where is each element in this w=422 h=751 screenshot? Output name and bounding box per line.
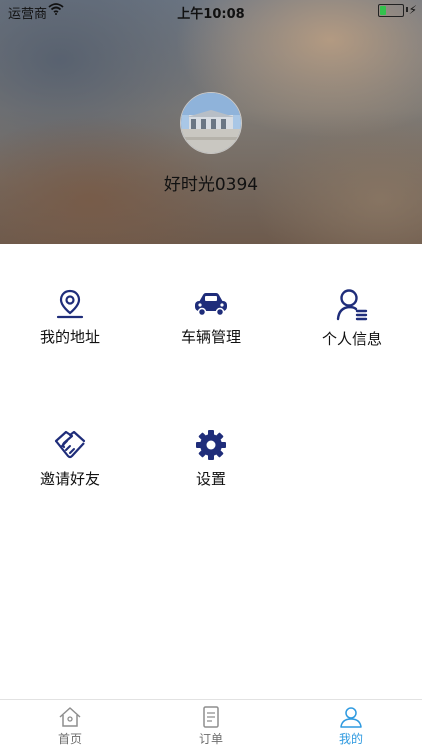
status-bar: 运营商 上午10:08 ⚡ <box>0 0 422 22</box>
clock: 上午10:08 <box>177 7 245 22</box>
home-icon <box>59 707 81 727</box>
profile-header: 运营商 上午10:08 ⚡ 好时光0394 <box>0 0 422 244</box>
tab-mine[interactable]: 我的 <box>301 706 401 747</box>
menu-item-address[interactable]: 我的地址 <box>0 288 140 347</box>
tab-home[interactable]: 首页 <box>20 706 120 747</box>
nickname: 好时光0394 <box>163 175 259 195</box>
charging-icon: ⚡ <box>408 3 417 17</box>
car-icon <box>195 293 227 317</box>
person-icon <box>340 707 362 728</box>
menu-item-settings[interactable]: 设置 <box>141 428 281 489</box>
menu-item-invite[interactable]: 邀请好友 <box>0 428 140 489</box>
tab-orders[interactable]: 订单 <box>161 706 261 747</box>
menu-item-vehicles[interactable]: 车辆管理 <box>141 288 281 347</box>
tab-orders-label: 订单 <box>198 732 223 746</box>
battery-icon <box>378 4 404 17</box>
menu-label-address: 我的地址 <box>39 328 100 346</box>
tab-mine-label: 我的 <box>338 732 363 746</box>
menu-label-vehicles: 车辆管理 <box>180 328 241 346</box>
avatar[interactable] <box>180 92 242 154</box>
location-pin-icon <box>56 289 84 319</box>
handshake-icon <box>54 430 86 459</box>
menu-item-profile-info[interactable]: 个人信息 <box>282 288 422 349</box>
tab-bar: 首页 订单 我的 <box>0 699 422 751</box>
document-icon <box>203 706 219 728</box>
tab-home-label: 首页 <box>57 732 82 746</box>
menu-label-settings: 设置 <box>195 470 226 488</box>
gear-icon <box>196 430 226 460</box>
menu-label-profile-info: 个人信息 <box>321 330 382 348</box>
user-info-icon <box>336 289 368 321</box>
menu-label-invite: 邀请好友 <box>39 470 100 488</box>
